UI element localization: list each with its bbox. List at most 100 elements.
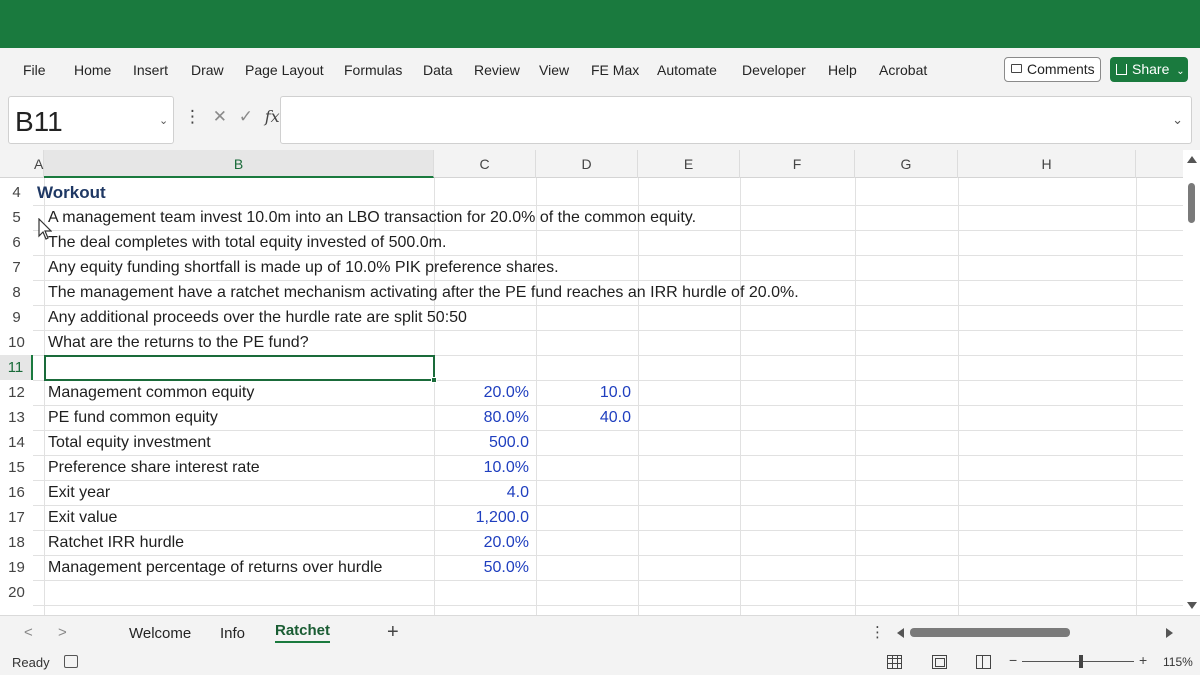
page-break-view-icon[interactable] bbox=[976, 655, 991, 669]
tab-draw[interactable]: Draw bbox=[191, 62, 224, 78]
input-label[interactable]: Management percentage of returns over hu… bbox=[48, 555, 382, 580]
page-layout-view-icon[interactable] bbox=[932, 655, 947, 669]
comments-button[interactable]: Comments bbox=[1004, 57, 1101, 82]
insert-function-icon[interactable]: fx bbox=[265, 107, 280, 126]
row-header-4[interactable]: 4 bbox=[0, 180, 33, 205]
input-value[interactable]: 4.0 bbox=[436, 480, 529, 505]
expand-formula-icon[interactable]: ⌄ bbox=[1172, 112, 1183, 128]
input-value[interactable]: 80.0% bbox=[436, 405, 529, 430]
tab-help[interactable]: Help bbox=[828, 62, 857, 78]
sheet-title[interactable]: Workout bbox=[37, 180, 106, 205]
sheet-tab-ratchet[interactable]: Ratchet bbox=[275, 622, 331, 643]
chevron-down-icon[interactable]: ⌄ bbox=[159, 114, 168, 127]
row-header-19[interactable]: 19 bbox=[0, 555, 33, 580]
add-sheet-icon[interactable]: + bbox=[387, 621, 399, 644]
input-value[interactable]: 10.0% bbox=[436, 455, 529, 480]
tab-formulas[interactable]: Formulas bbox=[344, 62, 402, 78]
more-options-icon[interactable]: ⋮ bbox=[184, 107, 201, 127]
row-header-16[interactable]: 16 bbox=[0, 480, 33, 505]
zoom-level[interactable]: 115% bbox=[1163, 655, 1193, 669]
row-header-12[interactable]: 12 bbox=[0, 380, 33, 405]
accessibility-icon[interactable] bbox=[64, 655, 78, 668]
row-header-15[interactable]: 15 bbox=[0, 455, 33, 480]
scroll-left-icon[interactable] bbox=[897, 628, 904, 638]
column-header-c[interactable]: C bbox=[434, 150, 536, 178]
tab-review[interactable]: Review bbox=[474, 62, 520, 78]
problem-line[interactable]: The management have a ratchet mechanism … bbox=[48, 280, 799, 305]
vertical-scrollbar[interactable] bbox=[1183, 150, 1200, 615]
zoom-out-icon[interactable]: − bbox=[1009, 652, 1017, 668]
row-header-10[interactable]: 10 bbox=[0, 330, 33, 355]
zoom-slider-knob[interactable] bbox=[1079, 655, 1083, 668]
input-value[interactable]: 1,200.0 bbox=[436, 505, 529, 530]
tab-fe-max[interactable]: FE Max bbox=[591, 62, 639, 78]
problem-line[interactable]: What are the returns to the PE fund? bbox=[48, 330, 309, 355]
tab-acrobat[interactable]: Acrobat bbox=[879, 62, 927, 78]
share-button[interactable]: Share ⌄ bbox=[1110, 57, 1188, 82]
row-header-13[interactable]: 13 bbox=[0, 405, 33, 430]
row-header-11[interactable]: 11 bbox=[0, 355, 33, 380]
row-header-17[interactable]: 17 bbox=[0, 505, 33, 530]
prev-sheet-icon[interactable]: < bbox=[24, 624, 33, 641]
input-label[interactable]: Total equity investment bbox=[48, 430, 211, 455]
zoom-in-icon[interactable]: + bbox=[1139, 652, 1147, 668]
column-header-h[interactable]: H bbox=[958, 150, 1136, 178]
tab-data[interactable]: Data bbox=[423, 62, 453, 78]
input-label[interactable]: Management common equity bbox=[48, 380, 254, 405]
tab-view[interactable]: View bbox=[539, 62, 569, 78]
normal-view-icon[interactable] bbox=[887, 655, 902, 669]
more-options-icon[interactable]: ⋮ bbox=[870, 623, 885, 641]
row-header-14[interactable]: 14 bbox=[0, 430, 33, 455]
input-label[interactable]: Ratchet IRR hurdle bbox=[48, 530, 184, 555]
horizontal-scroll-thumb[interactable] bbox=[910, 628, 1070, 637]
formula-input[interactable]: ⌄ bbox=[280, 96, 1192, 144]
name-box[interactable]: B11 ⌄ bbox=[8, 96, 174, 144]
tab-file[interactable]: File bbox=[23, 62, 46, 78]
column-header-f[interactable]: F bbox=[740, 150, 855, 178]
scroll-up-icon[interactable] bbox=[1187, 156, 1197, 163]
vertical-scroll-thumb[interactable] bbox=[1188, 183, 1195, 223]
column-header-a[interactable]: A bbox=[33, 150, 44, 178]
sheet-tab-welcome[interactable]: Welcome bbox=[129, 625, 191, 642]
column-header-g[interactable]: G bbox=[855, 150, 958, 178]
row-header-5[interactable]: 5 bbox=[0, 205, 33, 230]
input-label[interactable]: Exit year bbox=[48, 480, 110, 505]
row-header-6[interactable]: 6 bbox=[0, 230, 33, 255]
problem-line[interactable]: Any additional proceeds over the hurdle … bbox=[48, 305, 467, 330]
input-value[interactable]: 20.0% bbox=[436, 530, 529, 555]
input-value[interactable]: 50.0% bbox=[436, 555, 529, 580]
worksheet-grid[interactable]: A B C D E F G H 4 5 6 7 8 9 10 11 12 13 … bbox=[0, 150, 1200, 615]
row-header-20[interactable]: 20 bbox=[0, 580, 33, 605]
cancel-icon[interactable]: ✕ bbox=[213, 107, 227, 127]
row-header-8[interactable]: 8 bbox=[0, 280, 33, 305]
row-header-7[interactable]: 7 bbox=[0, 255, 33, 280]
input-label[interactable]: Exit value bbox=[48, 505, 117, 530]
problem-line[interactable]: The deal completes with total equity inv… bbox=[48, 230, 446, 255]
input-value[interactable]: 20.0% bbox=[436, 380, 529, 405]
selected-cell-b11[interactable] bbox=[44, 355, 437, 383]
row-header-9[interactable]: 9 bbox=[0, 305, 33, 330]
problem-line[interactable]: Any equity funding shortfall is made up … bbox=[48, 255, 559, 280]
select-all-corner[interactable] bbox=[0, 150, 33, 178]
next-sheet-icon[interactable]: > bbox=[58, 624, 67, 641]
scroll-right-icon[interactable] bbox=[1166, 628, 1173, 638]
scroll-down-icon[interactable] bbox=[1187, 602, 1197, 609]
input-value[interactable]: 500.0 bbox=[436, 430, 529, 455]
enter-icon[interactable]: ✓ bbox=[239, 107, 253, 127]
sheet-tab-info[interactable]: Info bbox=[220, 625, 245, 642]
column-header-b[interactable]: B bbox=[44, 150, 434, 178]
tab-automate[interactable]: Automate bbox=[657, 62, 717, 78]
tab-home[interactable]: Home bbox=[74, 62, 111, 78]
problem-line[interactable]: A management team invest 10.0m into an L… bbox=[48, 205, 696, 230]
row-header-18[interactable]: 18 bbox=[0, 530, 33, 555]
column-header-d[interactable]: D bbox=[536, 150, 638, 178]
tab-developer[interactable]: Developer bbox=[742, 62, 806, 78]
input-label[interactable]: PE fund common equity bbox=[48, 405, 218, 430]
input-extra-value[interactable]: 40.0 bbox=[538, 405, 631, 430]
column-header-e[interactable]: E bbox=[638, 150, 740, 178]
input-extra-value[interactable]: 10.0 bbox=[538, 380, 631, 405]
tab-page-layout[interactable]: Page Layout bbox=[245, 62, 324, 78]
input-label[interactable]: Preference share interest rate bbox=[48, 455, 260, 480]
tab-insert[interactable]: Insert bbox=[133, 62, 168, 78]
zoom-slider[interactable] bbox=[1022, 661, 1134, 662]
